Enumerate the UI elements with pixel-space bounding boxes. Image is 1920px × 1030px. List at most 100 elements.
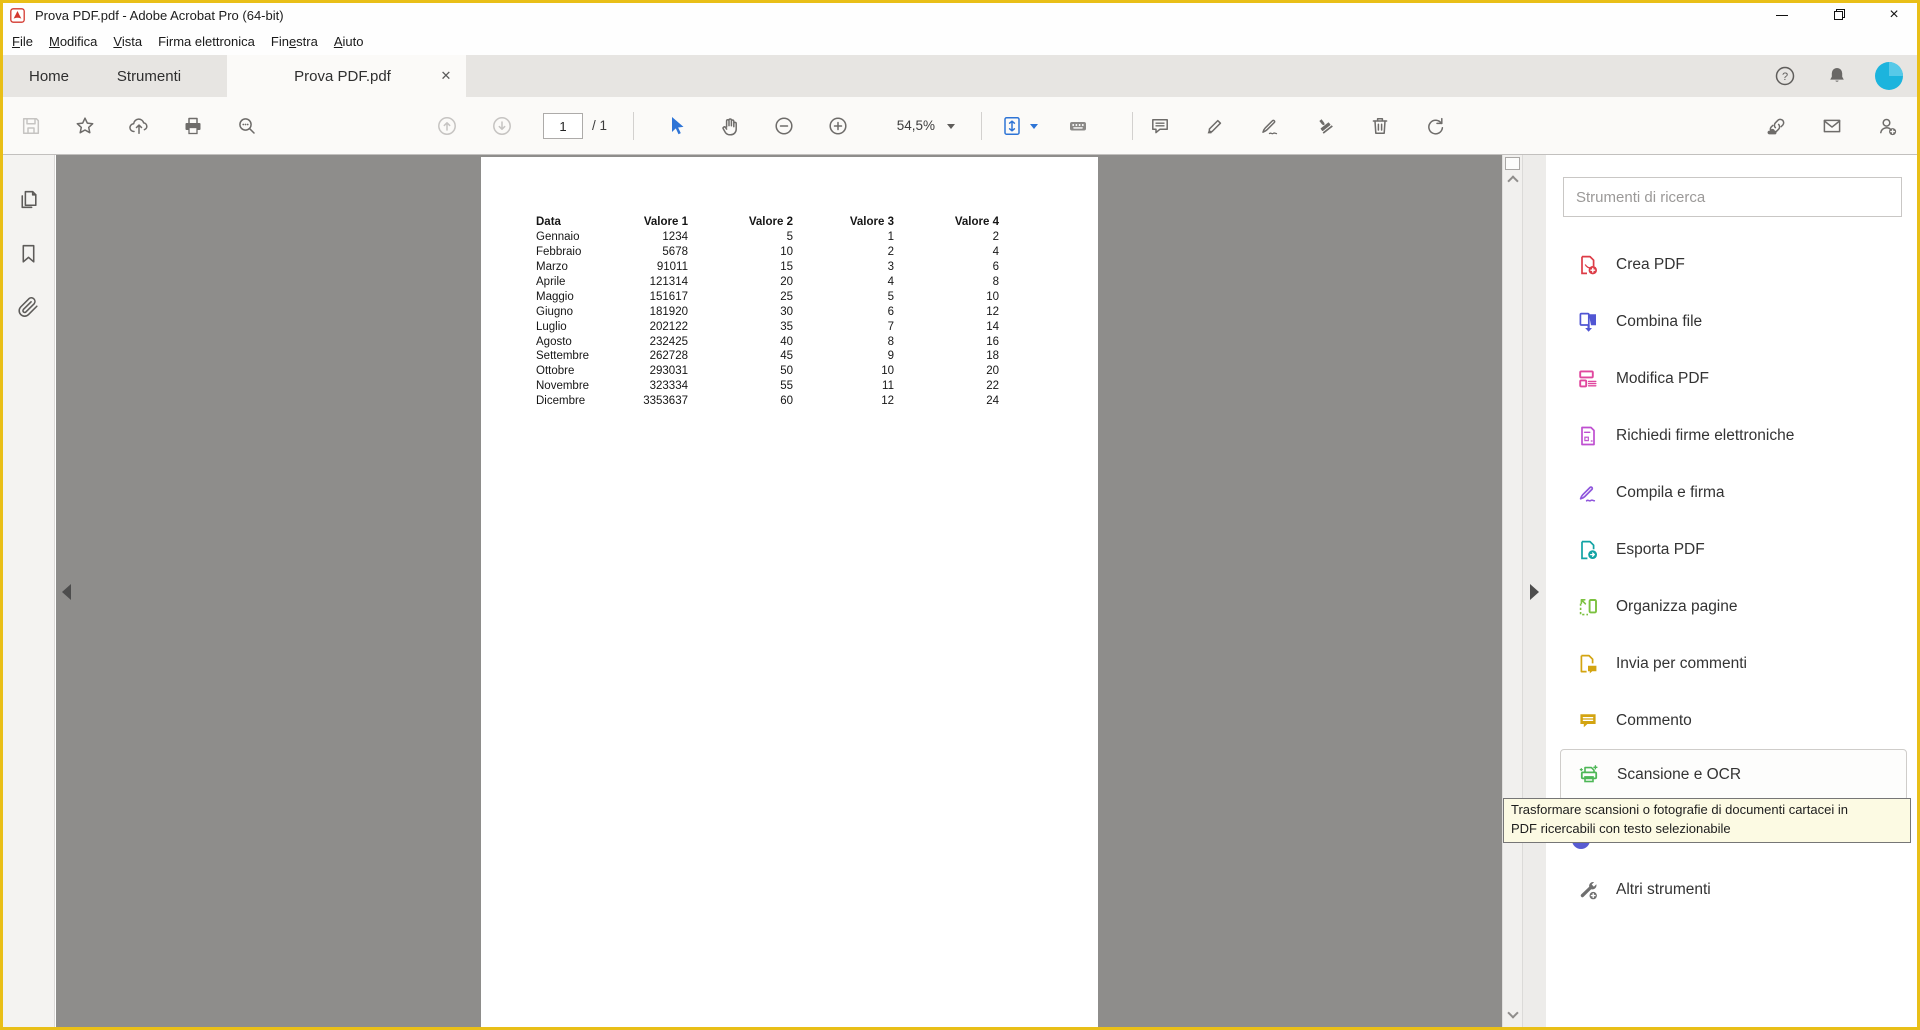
share-link-icon[interactable] xyxy=(1763,112,1791,140)
account-avatar[interactable] xyxy=(1875,62,1903,90)
menu-modifica[interactable]: Modifica xyxy=(41,34,105,49)
search-icon[interactable] xyxy=(233,112,261,140)
pdf-data-table: DataValore 1Valore 2Valore 3Valore 4Genn… xyxy=(536,215,999,409)
tool-item-combina-file[interactable]: Combina file xyxy=(1546,293,1917,350)
tool-item-label: Scansione e OCR xyxy=(1617,766,1741,784)
previous-page-icon[interactable] xyxy=(433,112,461,140)
tool-item-richiedi-firme-elettroniche[interactable]: Richiedi firme elettroniche xyxy=(1546,407,1917,464)
highlight-text-icon[interactable] xyxy=(1201,112,1229,140)
menu-aiuto[interactable]: Aiuto xyxy=(326,34,372,49)
notifications-bell-icon[interactable] xyxy=(1823,62,1851,90)
bookmarks-icon[interactable] xyxy=(15,239,43,267)
page-number-input[interactable] xyxy=(543,113,583,139)
page-total-label: / 1 xyxy=(592,118,607,133)
tool-item-modifica-pdf[interactable]: Modifica PDF xyxy=(1546,350,1917,407)
acrobat-window: Prova PDF.pdf - Adobe Acrobat Pro (64-bi… xyxy=(0,0,1920,1030)
pdf-page[interactable]: DataValore 1Valore 2Valore 3Valore 4Genn… xyxy=(481,157,1098,1030)
restore-button[interactable] xyxy=(1827,5,1849,25)
title-bar: Prova PDF.pdf - Adobe Acrobat Pro (64-bi… xyxy=(3,3,1917,27)
delete-pages-icon[interactable] xyxy=(1366,112,1394,140)
tool-item-label: Richiedi firme elettroniche xyxy=(1616,427,1794,445)
invite-person-icon[interactable] xyxy=(1873,112,1901,140)
request-signatures-icon xyxy=(1576,424,1600,448)
add-comment-icon[interactable] xyxy=(1146,112,1174,140)
tool-item-scansione-e-ocr[interactable]: Scansione e OCR xyxy=(1560,749,1907,801)
menu-finestra[interactable]: Finestra xyxy=(263,34,326,49)
select-tool-icon[interactable] xyxy=(662,112,690,140)
minimize-button[interactable] xyxy=(1771,5,1793,25)
export-pdf-icon xyxy=(1576,538,1600,562)
tools-search-input[interactable] xyxy=(1563,177,1902,217)
table-row: Novembre323334551122 xyxy=(536,379,999,394)
tab-bar: Home Strumenti Prova PDF.pdf ✕ ? xyxy=(3,55,1917,97)
tab-document-label: Prova PDF.pdf xyxy=(227,68,434,85)
zoom-dropdown-caret-icon[interactable] xyxy=(947,124,955,129)
tools-list: Crea PDF Combina file Modifica PDF Richiedi… xyxy=(1546,236,1917,801)
tool-item-label: Esporta PDF xyxy=(1616,541,1705,559)
table-header-row: DataValore 1Valore 2Valore 3Valore 4 xyxy=(536,215,999,230)
tool-item-compila-e-firma[interactable]: Compila e firma xyxy=(1546,464,1917,521)
menu-file[interactable]: File xyxy=(4,34,41,49)
menu-bar: FileModificaVistaFirma elettronicaFinest… xyxy=(3,27,1917,55)
page-thumbnails-icon[interactable] xyxy=(15,185,43,213)
table-row: Luglio20212235714 xyxy=(536,319,999,334)
star-favorites-icon[interactable] xyxy=(71,112,99,140)
window-title: Prova PDF.pdf - Adobe Acrobat Pro (64-bi… xyxy=(35,8,284,23)
panel-gutter xyxy=(1522,155,1546,1027)
fill-sign-icon xyxy=(1576,481,1600,505)
attachments-icon[interactable] xyxy=(15,293,43,321)
document-canvas: DataValore 1Valore 2Valore 3Valore 4Genn… xyxy=(56,155,1502,1027)
tool-item-esporta-pdf[interactable]: Esporta PDF xyxy=(1546,521,1917,578)
menu-vista[interactable]: Vista xyxy=(105,34,150,49)
scroll-down-icon[interactable] xyxy=(1507,1007,1518,1018)
tool-item-label: Invia per commenti xyxy=(1616,655,1747,673)
tool-item-altri-strumenti[interactable]: Altri strumenti xyxy=(1546,861,1917,918)
help-icon[interactable]: ? xyxy=(1771,62,1799,90)
tool-item-invia-per-commenti[interactable]: Invia per commenti xyxy=(1546,635,1917,692)
table-row: Aprile1213142048 xyxy=(536,275,999,290)
send-comments-icon xyxy=(1576,652,1600,676)
tab-home[interactable]: Home xyxy=(9,55,89,97)
scrolling-mode-icon[interactable] xyxy=(1064,112,1092,140)
stamp-icon[interactable] xyxy=(1311,112,1339,140)
close-button[interactable]: × xyxy=(1883,5,1905,25)
next-page-icon[interactable] xyxy=(488,112,516,140)
tool-item-label: Modifica PDF xyxy=(1616,370,1709,388)
table-row: Ottobre293031501020 xyxy=(536,364,999,379)
table-row: Gennaio1234512 xyxy=(536,230,999,245)
navigation-rail xyxy=(3,155,55,1027)
fill-sign-pen-icon[interactable] xyxy=(1256,112,1284,140)
send-email-icon[interactable] xyxy=(1818,112,1846,140)
table-row: Settembre26272845918 xyxy=(536,349,999,364)
collapse-left-pane-icon[interactable] xyxy=(62,584,71,600)
rotate-pages-icon[interactable] xyxy=(1421,112,1449,140)
fit-page-icon[interactable] xyxy=(998,112,1026,140)
tool-item-crea-pdf[interactable]: Crea PDF xyxy=(1546,236,1917,293)
zoom-out-icon[interactable] xyxy=(770,112,798,140)
tool-item-label: Crea PDF xyxy=(1616,256,1685,274)
print-icon[interactable] xyxy=(179,112,207,140)
tab-close-icon[interactable]: ✕ xyxy=(434,64,458,88)
menu-firma-elettronica[interactable]: Firma elettronica xyxy=(150,34,263,49)
vertical-scrollbar[interactable] xyxy=(1502,155,1522,1027)
zoom-in-icon[interactable] xyxy=(824,112,852,140)
save-icon[interactable] xyxy=(17,112,45,140)
tools-panel: Crea PDF Combina file Modifica PDF Richiedi… xyxy=(1546,155,1917,1027)
tab-strumenti[interactable]: Strumenti xyxy=(99,55,199,97)
zoom-level-value[interactable]: 54,5% xyxy=(871,118,935,133)
share-cloud-icon[interactable] xyxy=(125,112,153,140)
scrollbar-thumb[interactable] xyxy=(1505,157,1520,170)
fit-dropdown-caret-icon[interactable] xyxy=(1030,124,1038,129)
scroll-up-icon[interactable] xyxy=(1507,175,1518,186)
svg-text:?: ? xyxy=(1782,71,1788,83)
tool-item-label: Commento xyxy=(1616,712,1692,730)
acrobat-app-icon xyxy=(10,8,25,23)
tool-item-organizza-pagine[interactable]: Organizza pagine xyxy=(1546,578,1917,635)
collapse-right-pane-icon[interactable] xyxy=(1530,584,1539,600)
create-pdf-icon xyxy=(1576,253,1600,277)
hand-tool-icon[interactable] xyxy=(716,112,744,140)
combine-files-icon xyxy=(1576,310,1600,334)
tab-document[interactable]: Prova PDF.pdf ✕ xyxy=(227,55,466,97)
tool-item-commento[interactable]: Commento xyxy=(1546,692,1917,749)
table-row: Giugno18192030612 xyxy=(536,304,999,319)
